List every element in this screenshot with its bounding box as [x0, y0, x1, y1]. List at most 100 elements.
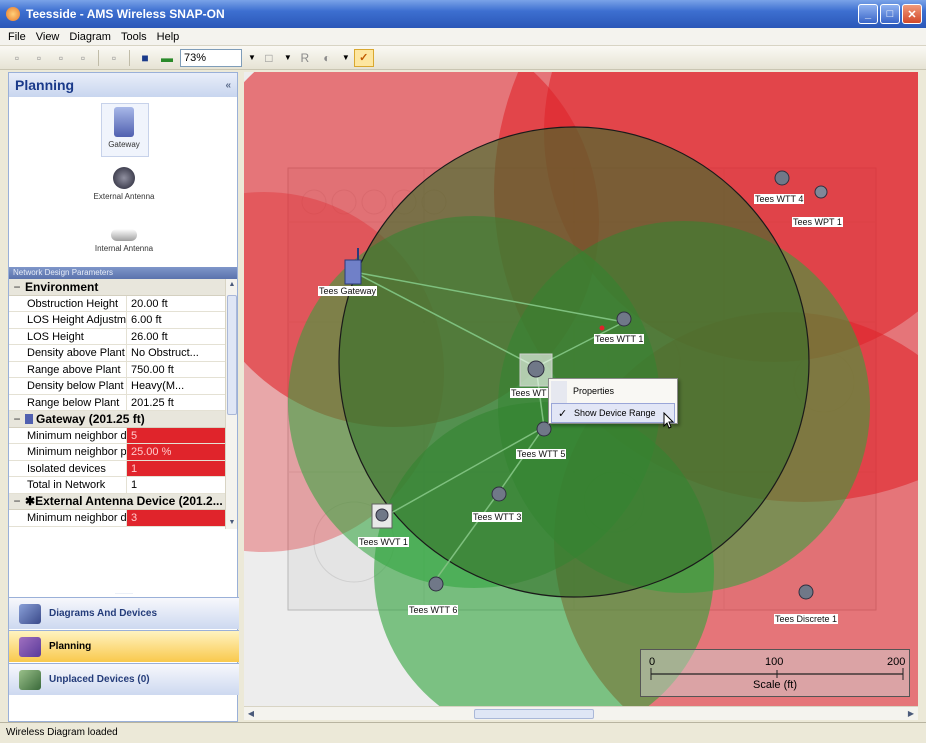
- device-label[interactable]: Tees WPT 1: [792, 217, 843, 227]
- menu-view[interactable]: View: [36, 31, 60, 43]
- panel-header: Planning «: [9, 73, 237, 97]
- chevron-down-icon[interactable]: ▼: [342, 53, 350, 62]
- nav-unplaced-devices[interactable]: Unplaced Devices (0): [9, 663, 239, 695]
- scroll-up-icon[interactable]: ▲: [226, 279, 237, 291]
- toolbox-item-gateway[interactable]: Gateway: [9, 107, 239, 149]
- checkmark-icon: ✓: [558, 407, 568, 420]
- save-icon[interactable]: ■: [136, 49, 154, 67]
- open-icon[interactable]: ▫: [30, 49, 48, 67]
- property-value-alert[interactable]: 25.00 %: [127, 444, 237, 460]
- scroll-left-icon[interactable]: ◀: [244, 707, 258, 721]
- property-row[interactable]: Density above Plant No Obstruct...: [9, 345, 237, 362]
- nav-planning[interactable]: Planning: [9, 630, 239, 662]
- device-label[interactable]: Tees WTT 4: [754, 194, 805, 204]
- antenna-device-icon: [375, 508, 389, 522]
- property-row[interactable]: Isolated devices 1: [9, 460, 237, 477]
- scroll-right-icon[interactable]: ▶: [904, 707, 918, 721]
- device-label[interactable]: Tees WVT 1: [358, 537, 409, 547]
- property-value-alert[interactable]: 3: [127, 510, 237, 526]
- property-key: Density above Plant: [9, 345, 127, 361]
- device-label[interactable]: Tees WTT 3: [472, 512, 523, 522]
- category-title: Gateway (201.25 ft): [36, 411, 145, 426]
- property-row[interactable]: Range above Plant 750.00 ft: [9, 361, 237, 378]
- device-label[interactable]: Tees WTT 1: [594, 334, 645, 344]
- panel-title: Planning: [15, 77, 75, 93]
- export-icon[interactable]: ▬: [158, 49, 176, 67]
- minimize-button[interactable]: _: [858, 4, 878, 24]
- property-value[interactable]: Heavy(M...: [127, 378, 237, 394]
- nav-diagrams-and-devices[interactable]: Diagrams And Devices: [9, 597, 239, 629]
- context-menu-show-device-range[interactable]: ✓ Show Device Range: [551, 403, 675, 423]
- toolbox-item-external-antenna[interactable]: External Antenna: [9, 167, 239, 201]
- category-gateway[interactable]: − Gateway (201.25 ft): [9, 411, 237, 428]
- property-value-alert[interactable]: 1: [127, 460, 237, 476]
- property-row[interactable]: Minimum neighbor d... 3: [9, 510, 237, 527]
- copy-icon[interactable]: ▫: [52, 49, 70, 67]
- chevron-down-icon[interactable]: ▼: [248, 53, 256, 62]
- property-value[interactable]: No Obstruct...: [127, 345, 237, 361]
- context-menu: Properties ✓ Show Device Range: [548, 378, 678, 424]
- close-button[interactable]: ✕: [902, 4, 922, 24]
- context-menu-properties[interactable]: Properties: [551, 381, 675, 401]
- property-value[interactable]: 6.00 ft: [127, 312, 237, 328]
- collapse-icon[interactable]: «: [225, 80, 231, 91]
- cut-icon[interactable]: ▫: [105, 49, 123, 67]
- device-label[interactable]: Tees WT: [510, 388, 548, 398]
- property-value[interactable]: 1: [127, 477, 237, 493]
- collapse-icon[interactable]: −: [9, 411, 25, 427]
- property-row[interactable]: Range below Plant 201.25 ft: [9, 394, 237, 411]
- property-key: Obstruction Height: [9, 295, 127, 311]
- property-row[interactable]: Total in Network 1: [9, 477, 237, 494]
- new-icon[interactable]: ▫: [8, 49, 26, 67]
- antenna-device-icon: [616, 311, 632, 327]
- device-label[interactable]: Tees WTT 5: [516, 449, 567, 459]
- device-label[interactable]: Tees WTT 6: [408, 605, 459, 615]
- context-menu-label: Show Device Range: [574, 408, 656, 418]
- property-value-alert[interactable]: 5: [127, 427, 237, 443]
- collapse-icon[interactable]: −: [9, 493, 25, 509]
- device-label[interactable]: Tees Discrete 1: [774, 614, 839, 624]
- property-row[interactable]: Minimum neighbor p... 25.00 %: [9, 444, 237, 461]
- print-icon[interactable]: ▫: [74, 49, 92, 67]
- selected-range-circle: [338, 126, 810, 598]
- device-label[interactable]: Tees Gateway: [318, 286, 378, 296]
- horizontal-scrollbar[interactable]: ◀ ▶: [244, 706, 918, 720]
- chevron-down-icon[interactable]: ▼: [284, 53, 292, 62]
- menu-tools[interactable]: Tools: [121, 31, 147, 43]
- property-value[interactable]: 26.00 ft: [127, 329, 237, 345]
- category-environment[interactable]: − Environment: [9, 279, 237, 296]
- zoom-select[interactable]: 73%: [180, 48, 242, 67]
- maximize-button[interactable]: □: [880, 4, 900, 24]
- internal-antenna-icon: [111, 229, 137, 241]
- property-row[interactable]: Density below Plant Heavy(M...: [9, 378, 237, 395]
- property-row[interactable]: Minimum neighbor d... 5: [9, 427, 237, 444]
- menu-file[interactable]: File: [8, 31, 26, 43]
- diagram-canvas[interactable]: Tees Gateway Tees WTT 1 Tees WTT 4 Tees …: [244, 72, 918, 706]
- status-bar: Wireless Diagram loaded: [0, 722, 926, 742]
- property-value[interactable]: 750.00 ft: [127, 362, 237, 378]
- property-row[interactable]: Obstruction Height 20.00 ft: [9, 295, 237, 312]
- scrollbar-thumb[interactable]: [474, 709, 594, 719]
- vertical-scrollbar[interactable]: ▲ ▼: [225, 279, 237, 529]
- menu-diagram[interactable]: Diagram: [69, 31, 111, 43]
- contrast-icon[interactable]: ◐: [318, 49, 336, 67]
- scroll-down-icon[interactable]: ▼: [226, 517, 237, 529]
- scale-label: Scale (ft): [753, 679, 798, 691]
- category-external-antenna[interactable]: − ✱ External Antenna Device (201.2...: [9, 493, 237, 510]
- collapse-icon[interactable]: −: [9, 279, 25, 295]
- toolbar-separator: [98, 49, 99, 66]
- alert-marker: [599, 325, 605, 331]
- property-row[interactable]: LOS Height 26.00 ft: [9, 328, 237, 345]
- menu-help[interactable]: Help: [157, 31, 180, 43]
- toolbox-item-internal-antenna[interactable]: Internal Antenna: [9, 229, 239, 253]
- mouse-cursor-icon: [663, 412, 675, 429]
- rectangle-icon[interactable]: □: [260, 49, 278, 67]
- property-value[interactable]: 20.00 ft: [127, 296, 237, 312]
- nav-label: Diagrams And Devices: [49, 608, 158, 619]
- scrollbar-thumb[interactable]: [227, 295, 237, 415]
- check-icon[interactable]: ✓: [353, 48, 374, 67]
- rotate-icon[interactable]: R: [296, 49, 314, 67]
- property-row[interactable]: LOS Height Adjustm... 6.00 ft: [9, 312, 237, 329]
- unplaced-devices-icon: [19, 669, 41, 690]
- property-value[interactable]: 201.25 ft: [127, 395, 237, 411]
